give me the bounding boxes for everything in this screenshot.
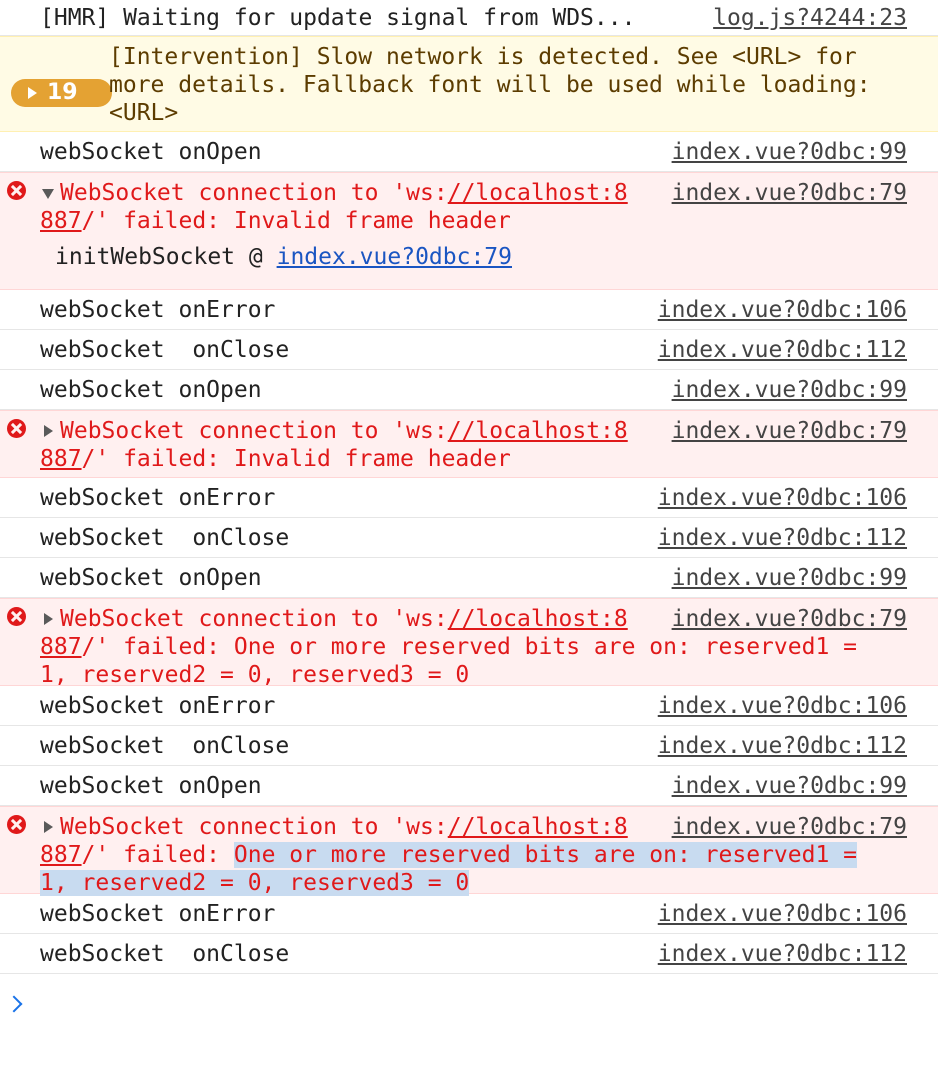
console-entries: webSocket onOpen index.vue?0dbc:99 WebSock…: [0, 132, 938, 974]
source-link[interactable]: index.vue?0dbc:112: [658, 330, 907, 370]
selected-text: One or more reserved bits are on: reserv…: [233, 842, 857, 868]
console-error: WebSocket connection to 'ws://localhost:…: [0, 410, 938, 478]
source-link[interactable]: index.vue?0dbc:79: [671, 417, 907, 445]
error-url-link[interactable]: //localhost:8: [448, 418, 628, 444]
repeat-count-badge[interactable]: 19: [11, 79, 112, 107]
console-message: webSocket onError index.vue?0dbc:106: [0, 478, 938, 518]
console-message: webSocket onOpen index.vue?0dbc:99: [0, 132, 938, 172]
warning-text: [Intervention] Slow network is detected.…: [109, 44, 871, 126]
message-text: webSocket onError: [40, 693, 276, 719]
expand-triangle-icon: [28, 87, 37, 99]
source-link[interactable]: index.vue?0dbc:112: [658, 934, 907, 974]
console-error: WebSocket connection to 'ws://localhost:…: [0, 598, 938, 688]
console-message: webSocket onClose index.vue?0dbc:112: [0, 934, 938, 974]
console-error: WebSocket connection to 'ws://localhost:…: [0, 806, 938, 896]
source-link[interactable]: index.vue?0dbc:79: [671, 605, 907, 633]
message-text: webSocket onClose: [40, 941, 290, 967]
console-message: webSocket onError index.vue?0dbc:106: [0, 290, 938, 330]
console-message: webSocket onClose index.vue?0dbc:112: [0, 518, 938, 558]
console-message: webSocket onOpen index.vue?0dbc:99: [0, 766, 938, 806]
console-error: WebSocket connection to 'ws://localhost:…: [0, 172, 938, 290]
error-icon: [7, 815, 26, 834]
console-message: webSocket onOpen index.vue?0dbc:99: [0, 558, 938, 598]
message-text: [HMR] Waiting for update signal from WDS…: [40, 5, 636, 31]
source-link[interactable]: index.vue?0dbc:99: [672, 370, 907, 410]
error-icon: [7, 419, 26, 438]
console-message-hmr: [HMR] Waiting for update signal from WDS…: [0, 0, 938, 36]
source-link[interactable]: index.vue?0dbc:99: [672, 766, 907, 806]
error-text-line: WebSocket connection to 'ws://localhost:…: [60, 814, 628, 840]
source-link[interactable]: index.vue?0dbc:112: [658, 518, 907, 558]
error-text-line: WebSocket connection to 'ws://localhost:…: [60, 606, 628, 632]
error-url-link[interactable]: //localhost:8: [448, 606, 628, 632]
source-link[interactable]: index.vue?0dbc:79: [671, 813, 907, 841]
error-icon: [7, 607, 26, 626]
message-text: webSocket onClose: [40, 525, 290, 551]
source-link[interactable]: index.vue?0dbc:106: [658, 894, 907, 934]
error-text-line: WebSocket connection to 'ws://localhost:…: [60, 180, 628, 206]
error-icon: [7, 181, 26, 200]
error-url-link[interactable]: 887: [40, 446, 82, 472]
message-text: webSocket onOpen: [40, 565, 262, 591]
message-text: webSocket onClose: [40, 733, 290, 759]
message-text: webSocket onOpen: [40, 377, 262, 403]
stack-trace: initWebSocket @ index.vue?0dbc:79: [55, 244, 512, 270]
console-message: webSocket onOpen index.vue?0dbc:99: [0, 370, 938, 410]
error-text-continued: 887/' failed: One or more reserved bits …: [40, 842, 857, 896]
source-link[interactable]: index.vue?0dbc:79: [671, 179, 907, 207]
message-text: webSocket onOpen: [40, 773, 262, 799]
console-message: webSocket onClose index.vue?0dbc:112: [0, 330, 938, 370]
error-text-line: WebSocket connection to 'ws://localhost:…: [60, 418, 628, 444]
error-url-link[interactable]: 887: [40, 208, 82, 234]
source-link[interactable]: index.vue?0dbc:112: [658, 726, 907, 766]
source-link[interactable]: index.vue?0dbc:99: [672, 132, 907, 172]
error-text-continued: 887/' failed: Invalid frame header: [40, 208, 511, 234]
console-warning: 19 [Intervention] Slow network is detect…: [0, 36, 938, 132]
error-url-link[interactable]: 887: [40, 634, 82, 660]
expand-triangle-icon[interactable]: [44, 821, 53, 833]
console-message: webSocket onError index.vue?0dbc:106: [0, 686, 938, 726]
message-text: webSocket onOpen: [40, 139, 262, 165]
console-log: [HMR] Waiting for update signal from WDS…: [0, 0, 938, 974]
error-text-continued: 887/' failed: Invalid frame header: [40, 446, 511, 472]
source-link[interactable]: index.vue?0dbc:106: [658, 686, 907, 726]
source-link[interactable]: index.vue?0dbc:106: [658, 478, 907, 518]
error-text-continued: 887/' failed: One or more reserved bits …: [40, 634, 857, 688]
stack-trace-link[interactable]: index.vue?0dbc:79: [277, 244, 512, 270]
expand-triangle-icon[interactable]: [44, 613, 53, 625]
source-link[interactable]: index.vue?0dbc:106: [658, 290, 907, 330]
source-link[interactable]: index.vue?0dbc:99: [672, 558, 907, 598]
error-url-link[interactable]: 887: [40, 842, 82, 868]
prompt-chevron-icon[interactable]: [5, 995, 23, 1013]
console-message: webSocket onError index.vue?0dbc:106: [0, 894, 938, 934]
error-url-link[interactable]: //localhost:8: [448, 180, 628, 206]
expand-triangle-icon[interactable]: [44, 425, 53, 437]
error-url-link[interactable]: //localhost:8: [448, 814, 628, 840]
message-text: webSocket onClose: [40, 337, 290, 363]
message-text: webSocket onError: [40, 485, 276, 511]
message-text: webSocket onError: [40, 901, 276, 927]
console-message: webSocket onClose index.vue?0dbc:112: [0, 726, 938, 766]
collapse-triangle-icon[interactable]: [42, 189, 54, 199]
source-link[interactable]: log.js?4244:23: [713, 2, 907, 34]
message-text: webSocket onError: [40, 297, 276, 323]
